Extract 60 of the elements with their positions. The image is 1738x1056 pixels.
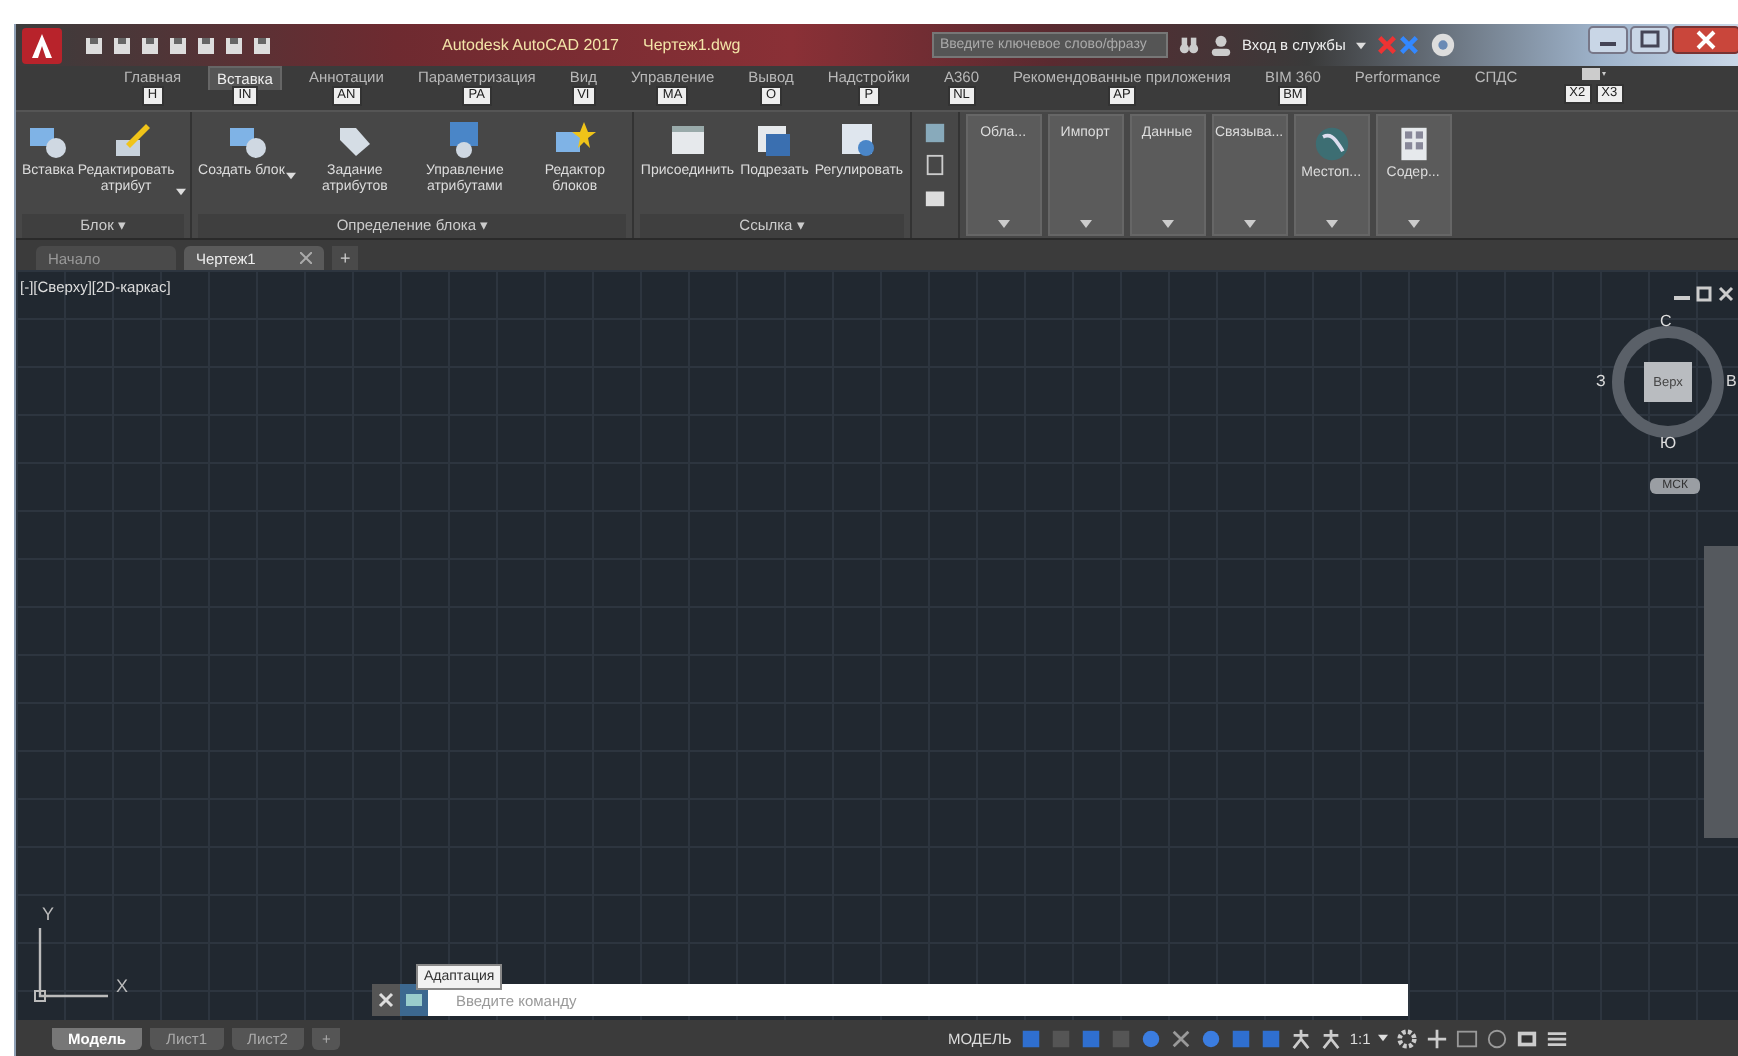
dropdown-icon xyxy=(1243,220,1256,228)
compass-label: С xyxy=(1660,312,1672,330)
toggle-icon[interactable] xyxy=(1259,1027,1282,1049)
minimize-button[interactable] xyxy=(1588,26,1628,54)
new-tab-button[interactable]: + xyxy=(332,246,359,270)
caret-icon[interactable] xyxy=(286,172,297,180)
axis-label: Y xyxy=(42,904,55,924)
dropdown-icon xyxy=(997,220,1010,228)
dropdown-icon xyxy=(1407,220,1420,228)
compass-label: Ю xyxy=(1660,434,1677,452)
help-icon[interactable] xyxy=(1429,32,1456,58)
quick-access-icon[interactable] xyxy=(196,35,216,55)
quick-access-icon[interactable] xyxy=(168,35,188,55)
small-tool-icon[interactable] xyxy=(923,122,946,144)
gear-icon[interactable] xyxy=(1396,1027,1419,1049)
menu-icon[interactable] xyxy=(1546,1027,1569,1049)
quick-access-icon[interactable] xyxy=(112,35,132,55)
small-tool-icon[interactable] xyxy=(923,154,946,176)
file-name: Чертеж1.dwg xyxy=(643,36,741,54)
customize-icon[interactable] xyxy=(400,984,428,1016)
user-icon[interactable] xyxy=(1210,34,1232,56)
window-title: Autodesk AutoCAD 2017 xyxy=(442,36,620,54)
app-logo-icon[interactable] xyxy=(22,27,62,63)
plus-icon[interactable] xyxy=(1426,1027,1449,1049)
cross-icon[interactable] xyxy=(1169,1027,1192,1049)
dropdown-icon xyxy=(1325,220,1338,228)
screen-icon[interactable] xyxy=(1516,1027,1539,1049)
dropdown-icon xyxy=(1079,220,1092,228)
close-icon[interactable] xyxy=(372,984,400,1016)
globe-icon xyxy=(1313,126,1350,162)
circle-icon[interactable] xyxy=(1199,1027,1222,1049)
grid-icon xyxy=(1395,126,1432,162)
quick-access-icon[interactable] xyxy=(252,35,272,55)
maximize-button[interactable] xyxy=(1630,26,1670,54)
small-tool-icon[interactable] xyxy=(923,186,946,208)
toggle-icon[interactable] xyxy=(1049,1027,1072,1049)
binoculars-icon[interactable] xyxy=(1178,34,1200,56)
person-icon[interactable] xyxy=(1319,1027,1342,1049)
close-button[interactable] xyxy=(1672,26,1738,54)
toggle-icon[interactable] xyxy=(1109,1027,1132,1049)
toggle-icon[interactable] xyxy=(1229,1027,1252,1049)
circle-icon[interactable] xyxy=(1139,1027,1162,1049)
person-icon[interactable] xyxy=(1289,1027,1312,1049)
quick-access-icon[interactable] xyxy=(140,35,160,55)
compass-label: З xyxy=(1596,372,1606,390)
close-icon[interactable] xyxy=(1718,286,1734,302)
ucs-axes-icon xyxy=(32,924,112,1004)
dropdown-icon xyxy=(1161,220,1174,228)
axis-label: X xyxy=(116,976,129,996)
pencil-icon xyxy=(110,120,155,160)
quick-access-icon[interactable] xyxy=(224,35,244,55)
compass-label: В xyxy=(1726,372,1737,390)
restore-icon[interactable] xyxy=(1696,286,1712,302)
toggle-icon[interactable] xyxy=(1079,1027,1102,1049)
caret-icon[interactable] xyxy=(1378,1034,1389,1042)
toggle-icon[interactable] xyxy=(1019,1027,1042,1049)
caret-icon[interactable] xyxy=(176,188,187,196)
caret-icon[interactable] xyxy=(1355,41,1366,49)
panel-toggle-icon[interactable] xyxy=(1581,66,1606,82)
quick-access-icon[interactable] xyxy=(84,35,104,55)
